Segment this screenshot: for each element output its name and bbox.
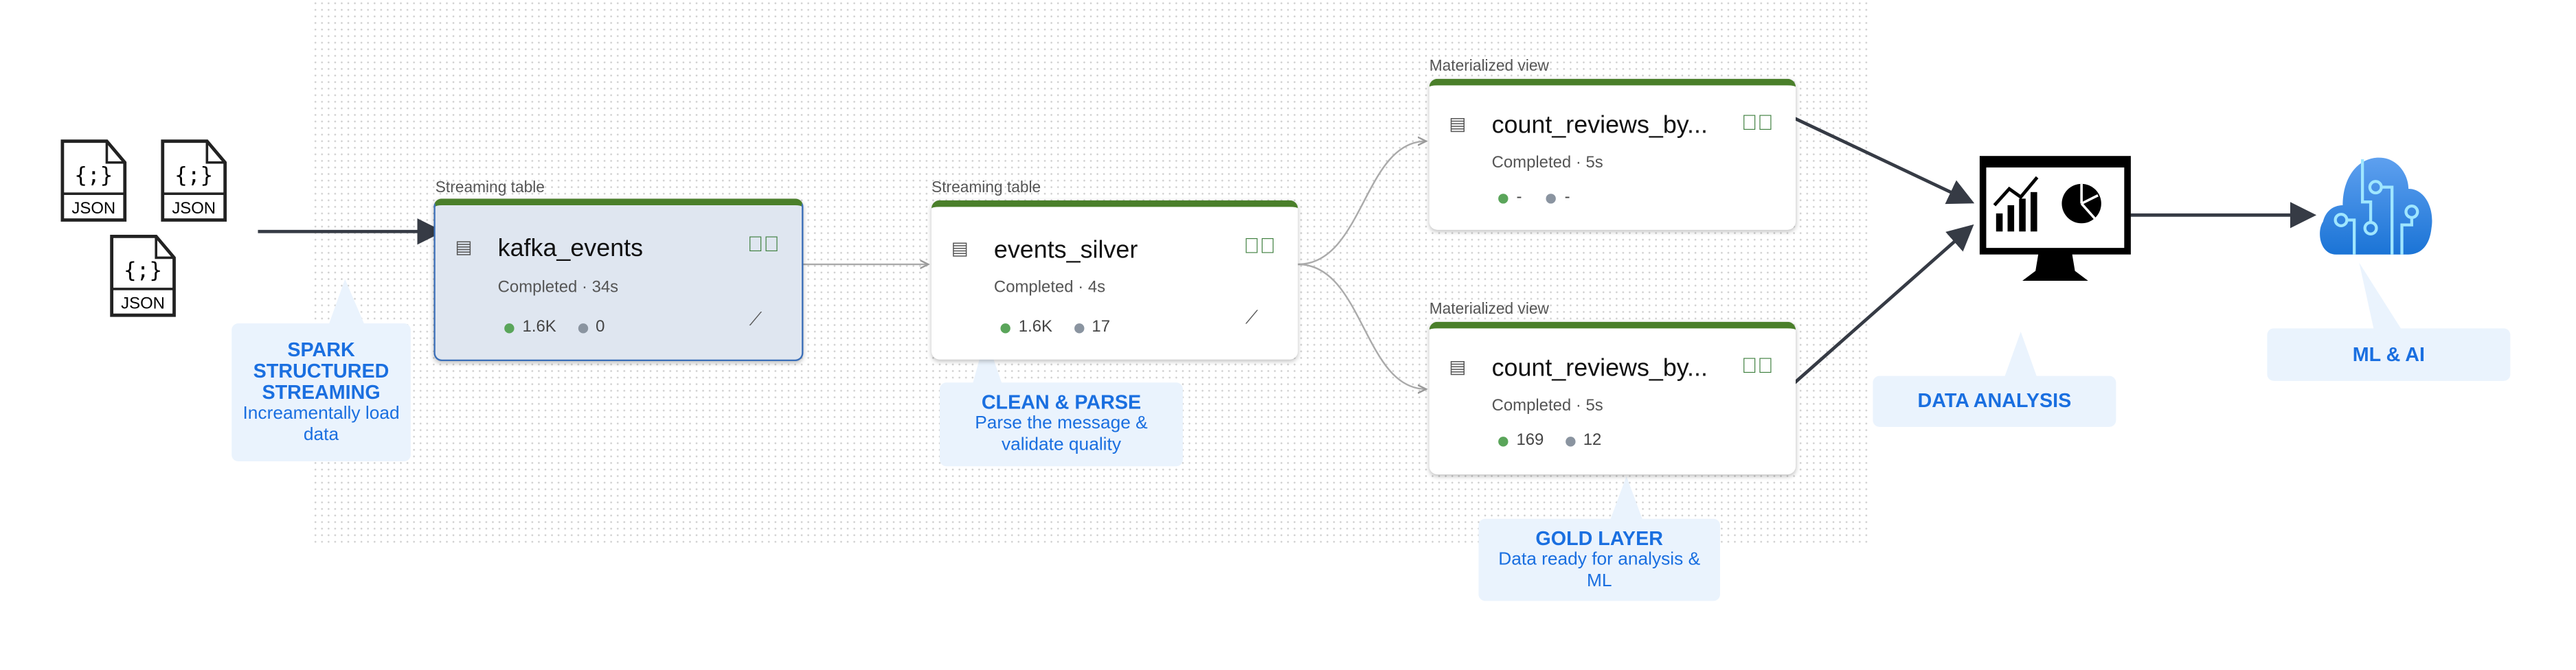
svg-text:{;}: {;} [74, 163, 113, 187]
node-type-label: Materialized view [1429, 300, 1549, 319]
check-circle-icon: ✓⃝ [747, 231, 780, 257]
node-kafka-events[interactable]: ▤ kafka_events ✓⃝ Completed · 34s 1.6K 0 … [433, 198, 804, 362]
materialized-view-icon: ▤ [1449, 358, 1467, 378]
arrow-mv2-to-analysis [1786, 224, 1974, 391]
edge-silver-to-mv1 [1298, 141, 1426, 266]
svg-text:{;}: {;} [124, 258, 162, 283]
json-file-icon: {;} JSON [110, 234, 176, 325]
chart-icon[interactable]: ⟋ [749, 310, 762, 332]
node-status: Completed · 34s [497, 279, 619, 297]
metrics: 1.6K 17 [1000, 319, 1110, 336]
json-file-icon: {;} JSON [60, 139, 127, 230]
callout-clean-parse: CLEAN & PARSE Parse the message & validat… [939, 382, 1183, 467]
edge-silver-to-mv2 [1298, 263, 1426, 389]
metrics: 169 12 [1498, 432, 1601, 450]
svg-text:{;}: {;} [174, 163, 213, 187]
node-type-label: Streaming table [931, 178, 1041, 197]
callout-gold-layer: GOLD LAYER Data ready for analysis & ML [1478, 518, 1721, 601]
node-name: count_reviews_by... [1491, 354, 1708, 383]
node-status: Completed · 5s [1491, 154, 1603, 173]
node-mv-1[interactable]: ▤ count_reviews_by... ✓⃝ Completed · 5s … [1429, 78, 1796, 230]
node-name: events_silver [993, 236, 1138, 265]
json-file-icon: {;} JSON [161, 139, 227, 230]
callout-data-analysis: DATA ANALYSIS [1873, 376, 2116, 427]
check-circle-icon: ✓⃝ [1741, 353, 1774, 378]
materialized-view-icon: ▤ [1449, 115, 1467, 135]
callout-spark-streaming: SPARK STRUCTURED STREAMING Increamentally… [231, 323, 411, 462]
node-mv-2[interactable]: ▤ count_reviews_by... ✓⃝ Completed · 5s … [1429, 321, 1796, 475]
svg-text:JSON: JSON [71, 199, 115, 218]
node-type-label: Materialized view [1429, 57, 1549, 76]
svg-text:JSON: JSON [172, 199, 216, 218]
node-type-label: Streaming table [435, 178, 545, 197]
streaming-table-icon: ▤ [455, 238, 473, 258]
svg-text:JSON: JSON [121, 294, 165, 313]
node-name: kafka_events [497, 234, 644, 263]
ml-ai-cloud-icon [2316, 156, 2434, 266]
node-events-silver[interactable]: ▤ events_silver ✓⃝ Completed · 4s 1.6K 17… [931, 200, 1298, 360]
streaming-table-icon: ▤ [951, 240, 969, 259]
check-circle-icon: ✓⃝ [1741, 110, 1774, 135]
node-status: Completed · 5s [1491, 397, 1603, 416]
metrics: -- [1498, 189, 1570, 207]
node-status: Completed · 4s [993, 279, 1106, 297]
callout-ml-ai: ML & AI [2267, 328, 2511, 381]
data-analysis-monitor-icon [1979, 156, 2131, 295]
check-circle-icon: ✓⃝ [1243, 233, 1276, 258]
metrics: 1.6K 0 [504, 319, 605, 336]
node-name: count_reviews_by... [1491, 111, 1708, 140]
arrow-mv1-to-analysis [1787, 113, 1975, 205]
chart-icon[interactable]: ⟋ [1245, 309, 1258, 330]
